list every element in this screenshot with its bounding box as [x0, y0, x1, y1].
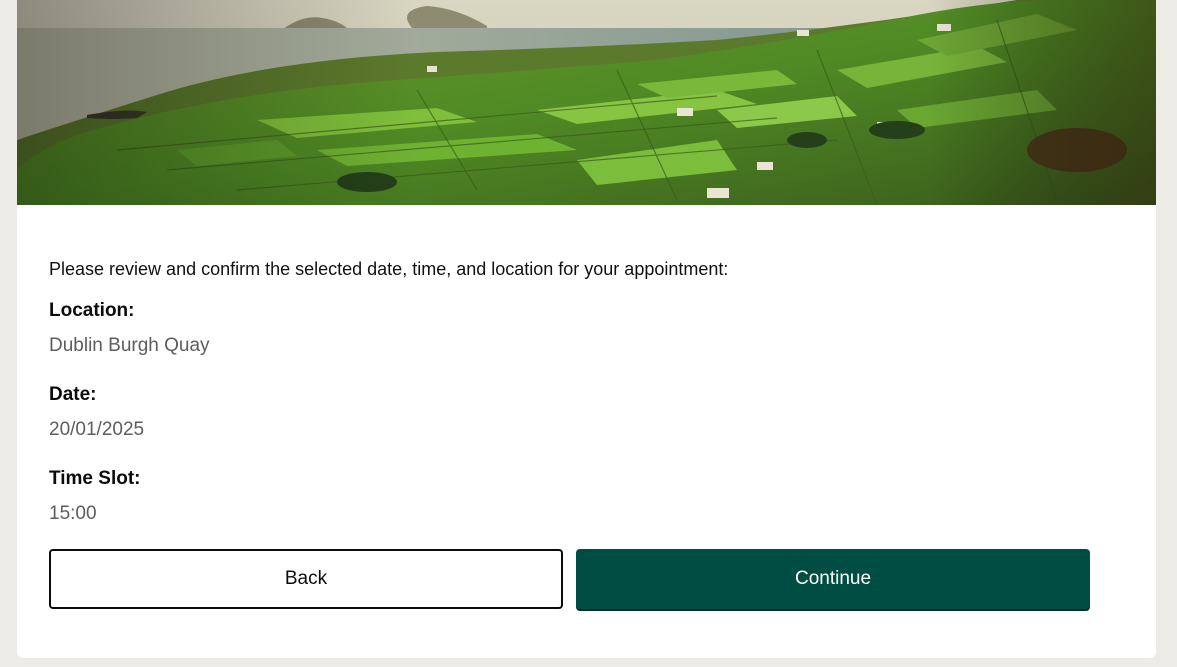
back-button[interactable]: Back — [49, 549, 563, 609]
hero-image — [17, 0, 1156, 205]
confirmation-details: Please review and confirm the selected d… — [49, 255, 1090, 526]
continue-button[interactable]: Continue — [576, 549, 1090, 609]
action-buttons: Back Continue — [49, 549, 1090, 610]
location-value: Dublin Burgh Quay — [49, 335, 210, 356]
location-label: Location: — [49, 300, 135, 321]
date-value: 20/01/2025 — [49, 419, 145, 440]
time-slot-value: 15:00 — [49, 503, 97, 524]
time-slot-label: Time Slot: — [49, 468, 141, 489]
date-label: Date: — [49, 384, 97, 405]
intro-text: Please review and confirm the selected d… — [49, 259, 729, 279]
